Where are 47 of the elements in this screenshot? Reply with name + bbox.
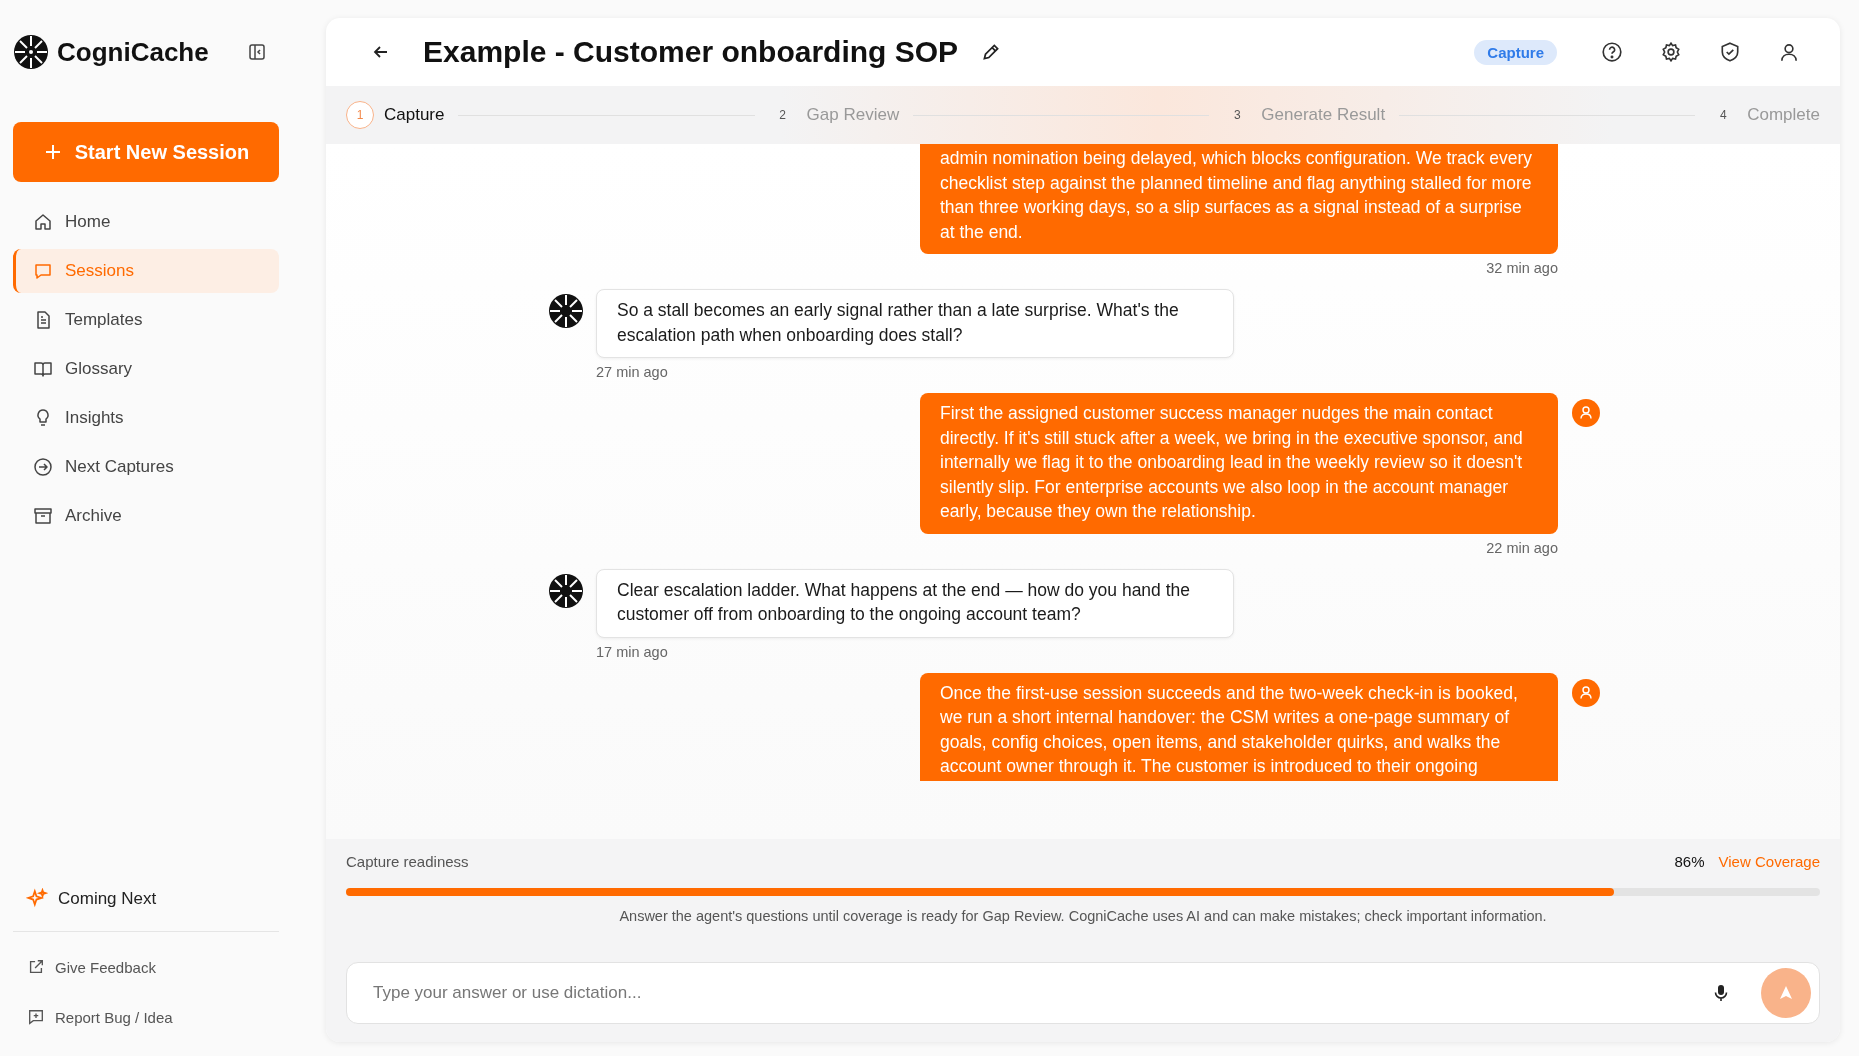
home-icon: [33, 212, 53, 232]
sidebar-collapse-icon[interactable]: [246, 42, 267, 62]
step: 3 Generate Result: [1223, 101, 1386, 129]
message-time: 32 min ago: [1486, 260, 1558, 276]
agent-avatar-icon: [548, 572, 584, 609]
agent-message: Clear escalation ladder. What happens at the end — how do you hand the customer off from onboarding to the ongoing account team?: [596, 568, 1234, 638]
agent-message: So a stall becomes an early signal rather than a late surprise. What's the escalation path when onboarding does stall?: [596, 289, 1234, 358]
settings-icon[interactable]: [1660, 41, 1682, 63]
shield-check-icon[interactable]: [1719, 41, 1741, 63]
nav-item[interactable]: Archive: [13, 494, 279, 538]
step: 4 Complete: [1709, 101, 1820, 129]
user-message: admin nomination being delayed, which blocks configuration. We track every checklist step against the planned timeline and flag anything stalled for more than three working days, so a slip surfaces as a signal instead of a surprise at the end.: [920, 144, 1558, 254]
step: 2 Gap Review: [768, 101, 900, 129]
message-time: 17 min ago: [596, 643, 669, 660]
session-title: Example - Customer onboarding SOP: [423, 35, 959, 69]
book-icon: [33, 359, 53, 379]
nav-item[interactable]: Home: [13, 200, 279, 244]
external-link-icon: [27, 958, 45, 976]
agent-avatar-icon: [548, 293, 584, 329]
disclaimer-text: Answer the agent's questions until coverage is ready for Gap Review. CogniCache uses AI and can make mistakes; check important information.: [618, 908, 1548, 924]
user-icon[interactable]: [1778, 41, 1800, 63]
message-time: 22 min ago: [1486, 539, 1558, 556]
stage-badge: Capture: [1474, 39, 1557, 65]
user-message: First the assigned customer success manager nudges the main contact directly. If it's still stuck after a week, we bring in the executive sponsor, and internally we flag it to the onboarding lead in the weekly review so it doesn't silently slip. For enterprise accounts we also loop in the account manager early, because they own the relationship.: [920, 393, 1558, 534]
arrow-circle-icon: [33, 457, 53, 477]
readiness-percent: 86%: [1674, 853, 1705, 870]
chat-icon: [33, 261, 53, 281]
archive-icon: [33, 506, 53, 526]
help-icon[interactable]: [1601, 41, 1623, 63]
answer-field[interactable]: Type your answer or use dictation...: [371, 982, 1711, 1004]
coming-next-label: Coming Next: [58, 889, 157, 909]
step: 1 Capture: [346, 101, 445, 129]
user-message: Once the first-use session succeeds and the two-week check-in is booked, we run a short internal handover: the CSM writes a one-page summary of goals, config choices, open items, and stakeholder quirks, and walks the account owner through it. The customer is introduced to their ongoing: [920, 672, 1558, 781]
logo-icon: [13, 34, 49, 70]
user-avatar-icon: [1572, 399, 1600, 427]
nav-item[interactable]: Insights: [13, 396, 279, 440]
nav-item[interactable]: Next Captures: [13, 445, 279, 489]
nav-item[interactable]: Glossary: [13, 347, 279, 391]
message-time: 27 min ago: [596, 364, 669, 380]
message-plus-icon: [27, 1008, 45, 1026]
footer-link[interactable]: Give Feedback: [13, 942, 293, 992]
footer-link[interactable]: Report Bug / Idea: [13, 992, 293, 1042]
readiness-label: Capture readiness: [346, 853, 469, 870]
user-avatar-icon: [1572, 678, 1600, 707]
nav-item[interactable]: Templates: [13, 298, 279, 342]
answer-box[interactable]: Type your answer or use dictation...: [346, 962, 1820, 1024]
brand-name: CogniCache: [57, 36, 209, 68]
